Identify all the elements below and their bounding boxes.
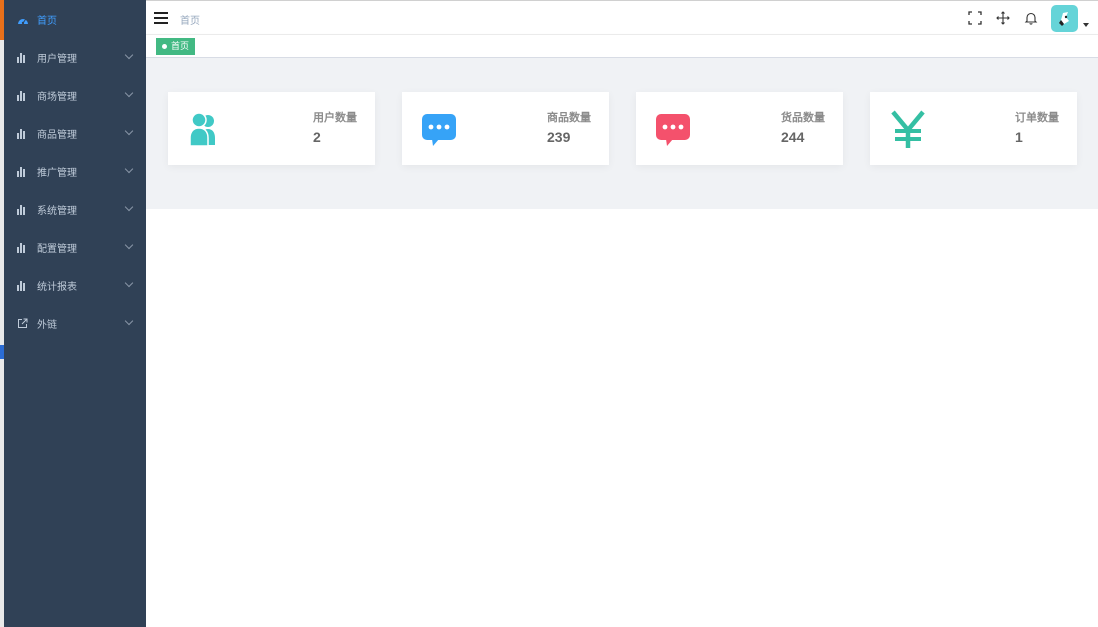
- panel-goods[interactable]: 商品数量 239: [402, 92, 609, 165]
- chevron-down-icon: [124, 164, 134, 174]
- main-content: [146, 209, 1098, 627]
- avatar[interactable]: [1051, 5, 1078, 32]
- panel-users[interactable]: 用户数量 2: [168, 92, 375, 165]
- sidebar-item-label: 外链: [37, 319, 57, 331]
- chart-icon: [17, 89, 29, 101]
- chevron-down-icon: [124, 316, 134, 326]
- sidebar-item-label: 首页: [37, 15, 57, 27]
- sidebar-item-label: 统计报表: [37, 281, 77, 293]
- hamburger-icon[interactable]: [154, 12, 168, 24]
- caret-down-icon[interactable]: [1083, 23, 1089, 27]
- sidebar-item-config-management[interactable]: 配置管理: [4, 228, 146, 266]
- chevron-down-icon: [124, 278, 134, 288]
- move-icon[interactable]: [996, 11, 1010, 25]
- admin-app: 首页 用户管理 商场管理 商品管理 推广管理 系统管理 配置管理 统计报表 外链…: [0, 0, 1098, 627]
- panel-value: 2: [313, 129, 321, 145]
- sidebar-item-system-management[interactable]: 系统管理: [4, 190, 146, 228]
- sidebar-item-statistics[interactable]: 统计报表: [4, 266, 146, 304]
- panel-value: 244: [781, 129, 805, 145]
- message-icon: [420, 110, 460, 150]
- panel-label: 订单数量: [1015, 112, 1059, 124]
- sidebar-item-home[interactable]: 首页: [4, 0, 146, 38]
- panel-group: 用户数量 2 商品数量 239 货品数量 244 订单数量 1: [146, 58, 1098, 209]
- sidebar-item-label: 推广管理: [37, 167, 77, 179]
- sidebar-item-label: 用户管理: [37, 53, 77, 65]
- panel-orders[interactable]: 订单数量 1: [870, 92, 1077, 165]
- dashboard-icon: [17, 13, 29, 25]
- chart-icon: [17, 203, 29, 215]
- sidebar-item-label: 配置管理: [37, 243, 77, 255]
- sidebar-item-user-management[interactable]: 用户管理: [4, 38, 146, 76]
- panel-label: 商品数量: [547, 112, 591, 124]
- sidebar-item-label: 商品管理: [37, 129, 77, 141]
- chevron-down-icon: [124, 50, 134, 60]
- sidebar: 首页 用户管理 商场管理 商品管理 推广管理 系统管理 配置管理 统计报表 外链: [4, 0, 146, 627]
- message-icon: [654, 110, 694, 150]
- bell-icon[interactable]: [1024, 11, 1038, 25]
- chevron-down-icon: [124, 126, 134, 136]
- fullscreen-icon[interactable]: [968, 11, 982, 25]
- sidebar-item-label: 系统管理: [37, 205, 77, 217]
- chart-icon: [17, 51, 29, 63]
- active-dot-icon: [162, 44, 167, 49]
- chevron-down-icon: [124, 202, 134, 212]
- sidebar-item-mall-management[interactable]: 商场管理: [4, 76, 146, 114]
- chart-icon: [17, 279, 29, 291]
- panel-label: 用户数量: [313, 112, 357, 124]
- sidebar-item-goods-management[interactable]: 商品管理: [4, 114, 146, 152]
- panel-value: 239: [547, 129, 571, 145]
- panel-label: 货品数量: [781, 112, 825, 124]
- sidebar-item-promotion-management[interactable]: 推广管理: [4, 152, 146, 190]
- external-link-icon: [17, 317, 29, 329]
- chart-icon: [17, 165, 29, 177]
- chart-icon: [17, 127, 29, 139]
- tag-home[interactable]: 首页: [156, 38, 196, 55]
- sidebar-item-external-link[interactable]: 外链: [4, 304, 146, 342]
- chevron-down-icon: [124, 240, 134, 250]
- yen-icon: [888, 110, 928, 150]
- breadcrumb[interactable]: 首页: [180, 12, 200, 27]
- tag-label: 首页: [171, 41, 190, 51]
- sidebar-item-label: 商场管理: [37, 91, 77, 103]
- people-icon: [186, 110, 226, 150]
- navbar: 首页: [146, 0, 1098, 35]
- panel-value: 1: [1015, 129, 1023, 145]
- chevron-down-icon: [124, 88, 134, 98]
- tags-view: 首页: [146, 35, 1098, 58]
- chart-icon: [17, 241, 29, 253]
- panel-products[interactable]: 货品数量 244: [636, 92, 843, 165]
